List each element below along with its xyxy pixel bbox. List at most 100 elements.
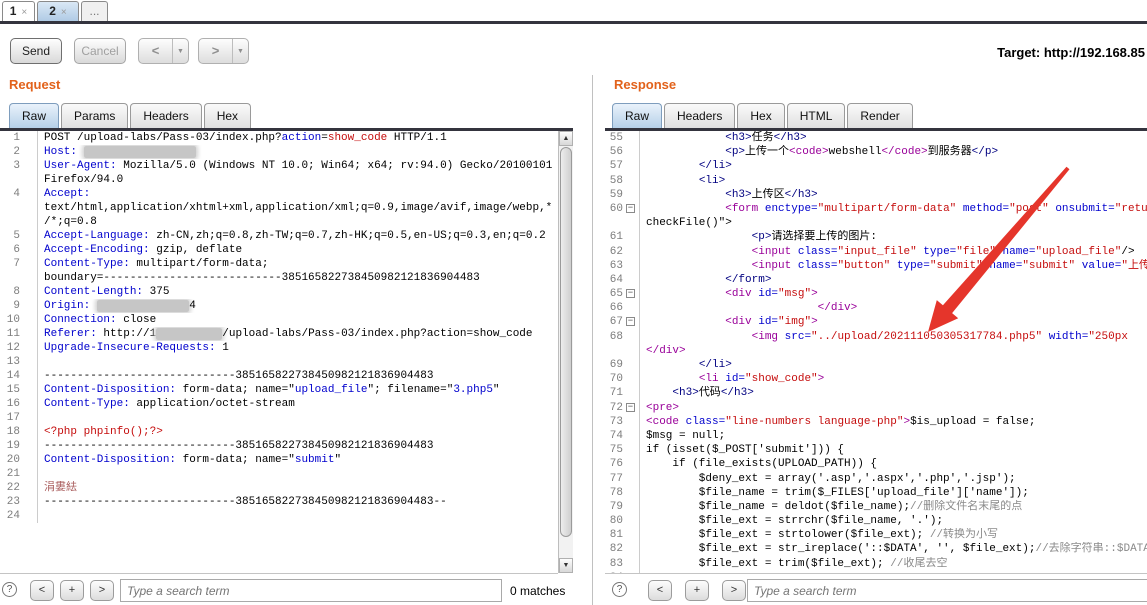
fold-toggle-icon[interactable]: − — [626, 402, 635, 412]
line-number: 69 — [609, 359, 623, 371]
line-number: 81 — [609, 529, 623, 542]
response-tab-render[interactable]: Render — [847, 103, 913, 128]
close-icon[interactable]: × — [61, 7, 67, 18]
scrollbar-thumb[interactable] — [560, 147, 572, 537]
search-input[interactable] — [747, 579, 1147, 602]
code-line: 64 </form> — [605, 272, 1147, 288]
code-line: 5 Accept-Language: zh-CN,zh;q=0.8,zh-TW;q… — [0, 229, 558, 243]
fold-toggle-icon[interactable]: − — [626, 203, 635, 213]
code-line: 58 <li> — [605, 173, 1147, 188]
request-tab-hex[interactable]: Hex — [203, 103, 252, 128]
code-line: Firefox/94.0 — [0, 173, 558, 187]
line-number: 70 — [609, 373, 623, 386]
code-line: 15 Content-Disposition: form-data; name="… — [0, 383, 558, 397]
search-next-button[interactable]: > — [90, 580, 114, 601]
line-number: 55 — [609, 132, 623, 144]
line-number: 16 — [6, 398, 20, 410]
fold-toggle-icon[interactable]: − — [626, 317, 635, 327]
search-plus-button[interactable]: + — [685, 580, 709, 601]
request-tab-params[interactable]: Params — [61, 103, 129, 128]
code-line: 72− <pre> — [605, 400, 1147, 415]
code-line: 4 Accept: — [0, 187, 558, 201]
code-line: 57 </li> — [605, 159, 1147, 174]
close-icon[interactable]: × — [21, 7, 27, 18]
line-number: 3 — [13, 160, 20, 172]
search-prev-button[interactable]: < — [648, 580, 672, 601]
search-prev-button[interactable]: < — [30, 580, 54, 601]
line-number: 4 — [13, 188, 20, 200]
response-tab-headers[interactable]: Headers — [664, 103, 736, 128]
code-line: 71 <h3>代码</h3> — [605, 386, 1147, 401]
code-line: 73 <code class="line-numbers language-php… — [605, 414, 1147, 429]
repeater-tab-1[interactable]: 1 × — [2, 1, 35, 21]
code-line: 68 <img src="../upload/20211105030531778… — [605, 329, 1147, 344]
code-line: 62 <input class="input_file" type="file"… — [605, 244, 1147, 259]
match-count: 0 matches — [510, 584, 566, 598]
line-number: 21 — [6, 468, 20, 480]
chevron-down-icon[interactable]: ▼ — [172, 39, 188, 63]
send-button[interactable]: Send — [10, 38, 62, 64]
line-number: 77 — [609, 472, 623, 485]
code-line: checkFile()"> — [605, 216, 1147, 231]
code-line: /*;q=0.8 — [0, 215, 558, 229]
line-number: 24 — [6, 510, 20, 522]
tab-strip-divider — [0, 21, 1147, 24]
panel-splitter[interactable] — [592, 75, 593, 605]
line-number: 6 — [13, 244, 20, 256]
line-number: 80 — [609, 515, 623, 528]
code-line: 12 Upgrade-Insecure-Requests: 1 — [0, 341, 558, 355]
search-plus-button[interactable]: + — [60, 580, 84, 601]
line-number: 13 — [6, 356, 20, 368]
response-tab-html[interactable]: HTML — [786, 103, 846, 128]
search-input[interactable] — [120, 579, 502, 602]
code-line: 76 if (file_exists(UPLOAD_PATH)) { — [605, 457, 1147, 472]
chevron-left-icon[interactable]: < — [139, 39, 172, 63]
line-number: 84 — [605, 571, 623, 573]
repeater-tab-2[interactable]: 2 × — [37, 1, 79, 21]
scroll-down-icon[interactable]: ▼ — [559, 558, 573, 573]
code-line: 10 Connection: close — [0, 313, 558, 327]
code-line: 24 — [0, 509, 558, 523]
cancel-button[interactable]: Cancel — [74, 38, 126, 64]
line-number: 22 — [6, 482, 20, 494]
line-number: 11 — [6, 328, 20, 340]
help-icon[interactable]: ? — [2, 582, 17, 597]
response-tab-hex[interactable]: Hex — [737, 103, 785, 128]
line-number: 9 — [13, 300, 20, 312]
code-line: 16 Content-Type: application/octet-stream — [0, 397, 558, 411]
code-line: 2 Host: — [0, 145, 558, 159]
code-line: 21 — [0, 467, 558, 481]
request-panel-title: Request — [9, 77, 61, 92]
request-tab-headers[interactable]: Headers — [130, 103, 202, 128]
search-next-button[interactable]: > — [722, 580, 746, 601]
line-number: 73 — [609, 415, 623, 428]
tab-label: 2 — [49, 4, 56, 18]
code-line: 65− <div id="msg"> — [605, 287, 1147, 302]
response-editor[interactable]: 55 <h3>任务</h3> 56 <p>上传一个<code>webshell</… — [605, 131, 1147, 574]
help-icon[interactable]: ? — [612, 582, 627, 597]
request-tab-raw[interactable]: Raw — [9, 103, 60, 128]
chevron-right-icon[interactable]: > — [199, 39, 232, 63]
line-number: 63 — [609, 259, 623, 272]
tab-label: 1 — [9, 4, 17, 18]
code-line: 7 Content-Type: multipart/form-data; — [0, 257, 558, 271]
line-number: 65 — [609, 288, 623, 301]
request-scrollbar[interactable]: ▲ ▼ — [558, 131, 573, 573]
request-editor[interactable]: 1 POST /upload-labs/Pass-03/index.php?act… — [0, 131, 558, 574]
code-line: 74 $msg = null; — [605, 428, 1147, 444]
response-panel-title: Response — [614, 77, 677, 92]
scroll-up-icon[interactable]: ▲ — [559, 131, 573, 146]
chevron-down-icon[interactable]: ▼ — [232, 39, 248, 63]
history-forward-button[interactable]: > ▼ — [198, 38, 249, 64]
fold-toggle-icon[interactable]: − — [626, 289, 635, 299]
repeater-tab-more[interactable]: ... — [81, 1, 108, 21]
code-line: 18 <?php phpinfo();?> — [0, 425, 558, 439]
code-line: 3 User-Agent: Mozilla/5.0 (Windows NT 10.… — [0, 159, 558, 173]
history-back-button[interactable]: < ▼ — [138, 38, 189, 64]
response-tab-raw[interactable]: Raw — [612, 103, 663, 128]
line-number: 79 — [609, 500, 623, 513]
code-line: 78 $file_name = trim($_FILES['upload_fil… — [605, 485, 1147, 500]
line-number: 67 — [609, 316, 623, 329]
line-number: 56 — [609, 146, 623, 159]
code-line: 60− <form enctype="multipart/form-data" … — [605, 201, 1147, 217]
